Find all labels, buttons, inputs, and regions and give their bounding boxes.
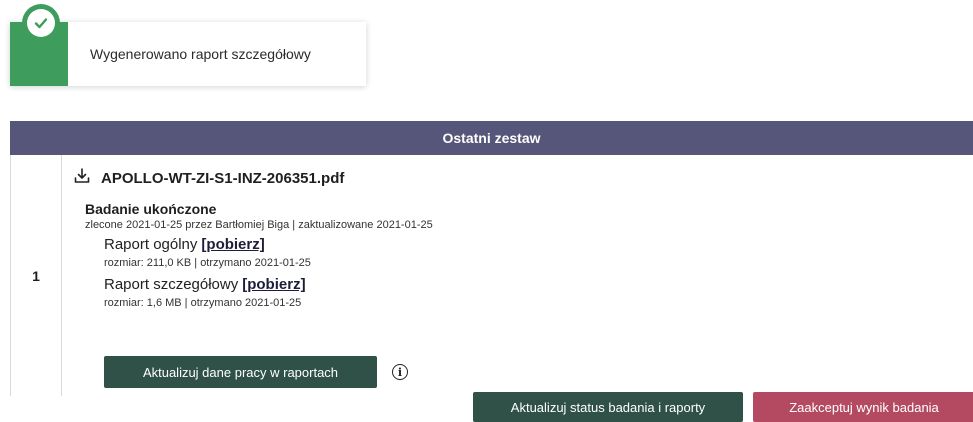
status-label: Badanie ukończone	[85, 201, 217, 217]
check-circle-icon	[22, 4, 60, 42]
latest-set-table: Ostatni zestaw 1 APOLLO-WT-ZI-S1-INZ-206…	[10, 121, 973, 422]
row-content: APOLLO-WT-ZI-S1-INZ-206351.pdf Badanie u…	[73, 155, 973, 422]
report-detailed-meta: rozmiar: 1,6 MB | otrzymano 2021-01-25	[104, 297, 302, 309]
success-toast: Wygenerowano raport szczegółowy	[10, 4, 366, 86]
order-meta: zlecone 2021-01-25 przez Bartłomiej Biga…	[85, 219, 433, 231]
file-download-link[interactable]: APOLLO-WT-ZI-S1-INZ-206351.pdf	[73, 167, 344, 189]
report-general-label: Raport ogólny	[104, 236, 198, 253]
report-detailed: Raport szczegółowy [pobierz]	[104, 276, 306, 293]
update-report-data-button[interactable]: Aktualizuj dane pracy w raportach	[104, 356, 377, 388]
accept-result-button[interactable]: Zaakceptuj wynik badania	[753, 392, 973, 422]
download-icon	[73, 167, 101, 189]
info-icon[interactable]: i	[392, 364, 408, 380]
report-general-meta: rozmiar: 211,0 KB | otrzymano 2021-01-25	[104, 257, 311, 269]
update-status-button[interactable]: Aktualizuj status badania i raporty	[473, 392, 743, 422]
filename: APOLLO-WT-ZI-S1-INZ-206351.pdf	[101, 169, 345, 187]
report-general: Raport ogólny [pobierz]	[104, 236, 265, 253]
table-header: Ostatni zestaw	[10, 121, 973, 155]
report-detailed-download-link[interactable]: [pobierz]	[242, 276, 305, 293]
row-index: 1	[11, 155, 62, 396]
report-detailed-label: Raport szczegółowy	[104, 276, 239, 293]
table-row: 1 APOLLO-WT-ZI-S1-INZ-206351.pdf Badanie…	[10, 155, 973, 422]
toast-message: Wygenerowano raport szczegółowy	[90, 46, 311, 62]
report-general-download-link[interactable]: [pobierz]	[201, 236, 264, 253]
